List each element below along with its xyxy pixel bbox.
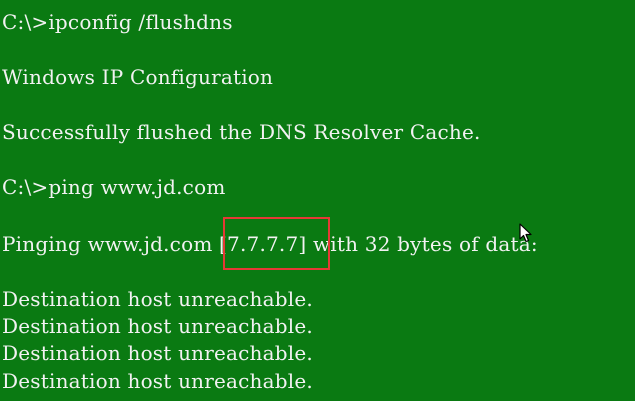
flush-success-message: Successfully flushed the DNS Resolver Ca… xyxy=(2,120,481,144)
reply-line: Destination host unreachable. xyxy=(2,287,313,311)
ping-header-prefix: Pinging www.jd.com [ xyxy=(2,232,228,256)
ping-header-line: Pinging www.jd.com [7.7.7.7] with 32 byt… xyxy=(2,217,538,270)
ip-config-heading: Windows IP Configuration xyxy=(2,65,274,89)
reply-line: Destination host unreachable. xyxy=(2,314,313,338)
reply-line: Destination host unreachable. xyxy=(2,341,313,365)
mouse-pointer-icon xyxy=(519,223,532,243)
command-line-flushdns: C:\>ipconfig /flushdns xyxy=(2,10,233,34)
ping-header-suffix: ] with 32 bytes of data: xyxy=(298,232,538,256)
reply-line: Destination host unreachable. xyxy=(2,369,313,393)
command-line-ping: C:\>ping www.jd.com xyxy=(2,175,226,199)
resolved-ip-address: 7.7.7.7 xyxy=(227,232,299,256)
console-window[interactable]: C:\>ipconfig /flushdns Windows IP Config… xyxy=(0,0,635,401)
resolved-ip-highlight: 7.7.7.7 xyxy=(223,217,331,270)
